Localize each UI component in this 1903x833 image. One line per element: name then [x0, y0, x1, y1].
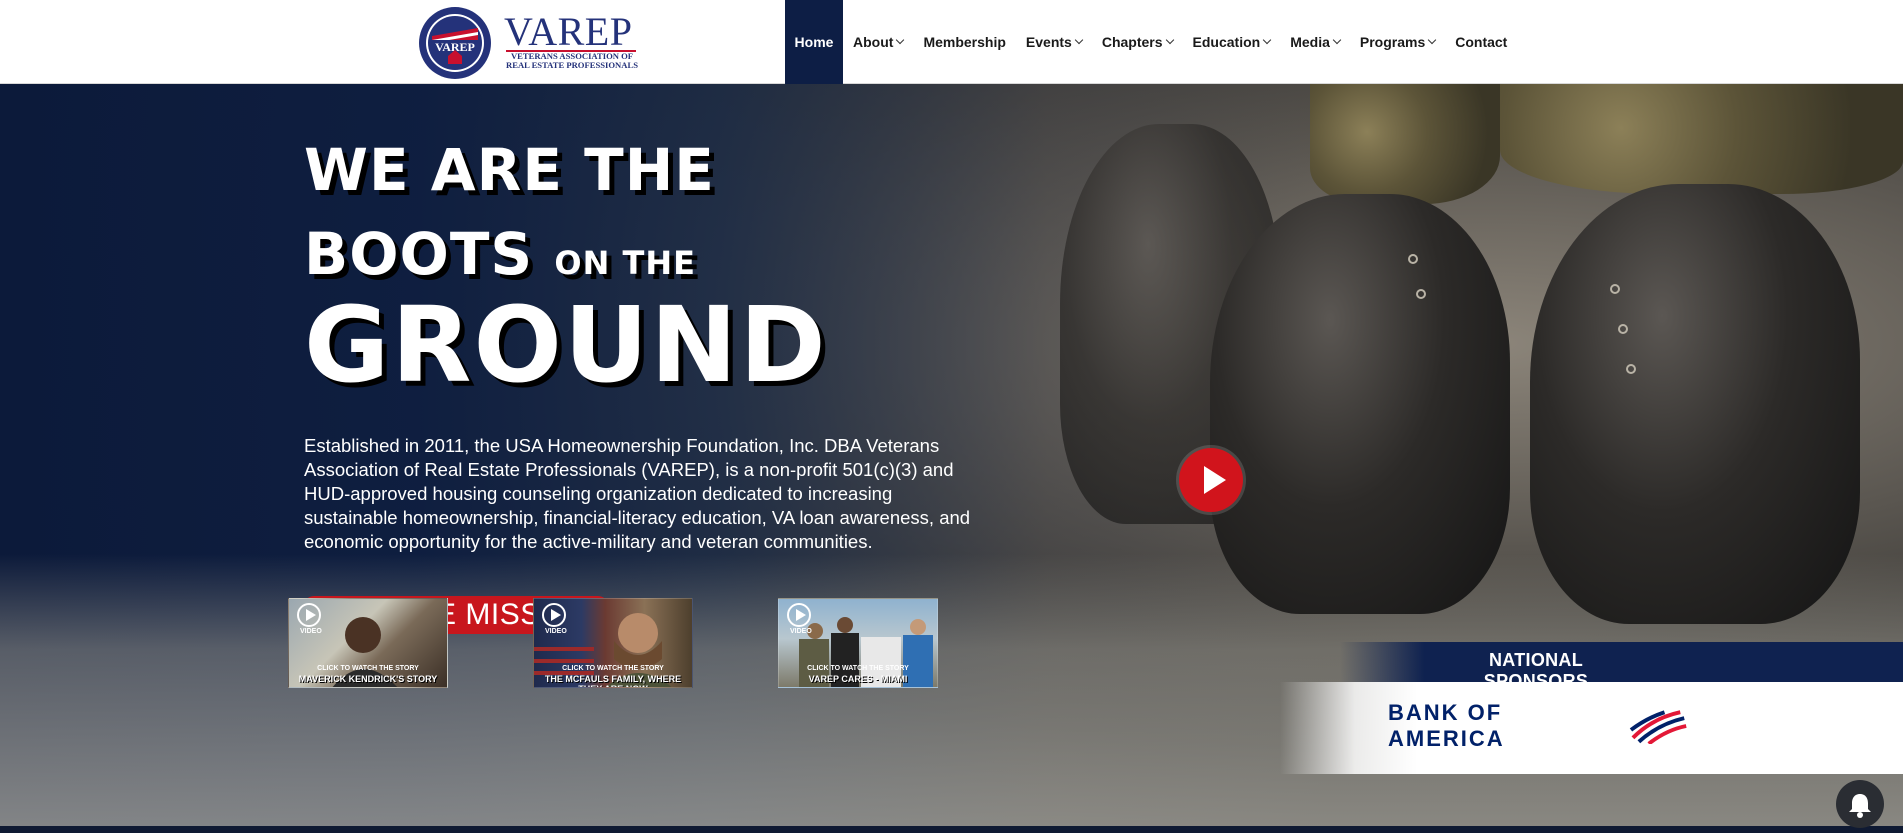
- chevron-down-icon: [1074, 35, 1084, 45]
- chevron-down-icon: [1427, 35, 1437, 45]
- nav-education[interactable]: Education: [1183, 0, 1281, 84]
- video-caption-cta: CLICK TO WATCH THE STORY: [317, 665, 419, 672]
- nav-about-label: About: [853, 34, 894, 50]
- chevron-down-icon: [1332, 35, 1342, 45]
- play-icon: [787, 603, 811, 627]
- logo-wordmark: VAREP: [504, 9, 633, 54]
- hero-headline-boots: BOOTS: [304, 220, 534, 288]
- hero-play-video-icon[interactable]: [1179, 448, 1243, 512]
- hero-camo-pants-left: [1310, 84, 1500, 204]
- hero-boot-left: [1210, 194, 1510, 614]
- nav-programs-label: Programs: [1359, 34, 1426, 50]
- chevron-down-icon: [896, 35, 905, 45]
- video-badge: VIDEO: [545, 628, 567, 635]
- nav-membership[interactable]: Membership: [913, 0, 1015, 84]
- video-badge: VIDEO: [790, 628, 812, 635]
- chevron-down-icon: [1262, 35, 1272, 45]
- video-caption-title: THE MCFAULS FAMILY, WHERE THEY ARE NOW: [544, 674, 682, 687]
- hero-camo-pants-right: [1500, 84, 1903, 194]
- bell-icon: [1849, 794, 1871, 818]
- video-badge: VIDEO: [300, 628, 322, 635]
- hero-description: Established in 2011, the USA Homeownersh…: [304, 435, 971, 552]
- nav-home[interactable]: Home: [785, 0, 843, 84]
- bank-of-america-wordmark: BANK OF AMERICA: [1388, 700, 1505, 751]
- hero-boot-right: [1530, 184, 1860, 624]
- video-caption-cta: CLICK TO WATCH THE STORY: [562, 665, 664, 672]
- varep-seal-icon: VAREP: [419, 7, 491, 79]
- play-icon: [542, 603, 566, 627]
- hero-boot-eyelet: [1408, 254, 1418, 264]
- main-nav: Home About Membership Events Chapters Ed…: [785, 0, 1517, 84]
- nav-events[interactable]: Events: [1016, 0, 1092, 84]
- nav-programs[interactable]: Programs: [1350, 0, 1445, 84]
- nav-events-label: Events: [1025, 34, 1072, 50]
- site-header: VAREP VAREP VETERANS ASSOCIATION OF REAL…: [0, 0, 1903, 84]
- hero-boot-eyelet: [1610, 284, 1620, 294]
- nav-contact-label: Contact: [1455, 34, 1508, 50]
- nav-about[interactable]: About: [843, 0, 913, 84]
- nav-education-label: Education: [1192, 34, 1261, 50]
- hero-headline-line2: BOOTS ON THE: [304, 220, 696, 288]
- logo-subtitle-line2: REAL ESTATE PROFESSIONALS: [506, 60, 638, 71]
- hero-headline-on-the: ON THE: [554, 244, 696, 282]
- hero-boot-eyelet: [1618, 324, 1628, 334]
- video-caption-cta: CLICK TO WATCH THE STORY: [807, 665, 909, 672]
- nav-membership-label: Membership: [923, 34, 1006, 50]
- bank-of-america-logo[interactable]: BANK OF AMERICA: [1388, 700, 1688, 751]
- chevron-down-icon: [1165, 35, 1174, 45]
- play-icon: [297, 603, 321, 627]
- varep-logo[interactable]: VAREP VAREP VETERANS ASSOCIATION OF REAL…: [418, 4, 638, 80]
- nav-chapters-label: Chapters: [1101, 34, 1163, 50]
- bank-of-america-flag-icon: [1629, 710, 1687, 744]
- video-thumbnail-1[interactable]: VIDEO CLICK TO WATCH THE STORY MAVERICK …: [288, 598, 448, 688]
- nav-chapters[interactable]: Chapters: [1092, 0, 1183, 84]
- nav-contact[interactable]: Contact: [1445, 0, 1517, 84]
- hero-headline-line1: WE ARE THE: [304, 136, 715, 204]
- notification-bell-button[interactable]: [1836, 780, 1884, 828]
- hero-headline-line3: GROUND: [304, 284, 828, 406]
- nav-home-label: Home: [794, 34, 834, 50]
- nav-media[interactable]: Media: [1280, 0, 1350, 84]
- hero-boot-eyelet: [1416, 289, 1426, 299]
- video-thumbnail-3[interactable]: VIDEO CLICK TO WATCH THE STORY VAREP CAR…: [778, 598, 938, 688]
- video-thumbnail-2[interactable]: VIDEO CLICK TO WATCH THE STORY THE MCFAU…: [533, 598, 693, 688]
- hero-section: WE ARE THE BOOTS ON THE GROUND Establish…: [0, 84, 1903, 826]
- hero-boot-eyelet: [1626, 364, 1636, 374]
- video-caption-title: VAREP CARES - MIAMI: [808, 674, 908, 684]
- video-caption-title: MAVERICK KENDRICK'S STORY: [298, 674, 438, 684]
- logo-subtitle: VETERANS ASSOCIATION OF REAL ESTATE PROF…: [502, 51, 642, 71]
- nav-media-label: Media: [1290, 34, 1330, 50]
